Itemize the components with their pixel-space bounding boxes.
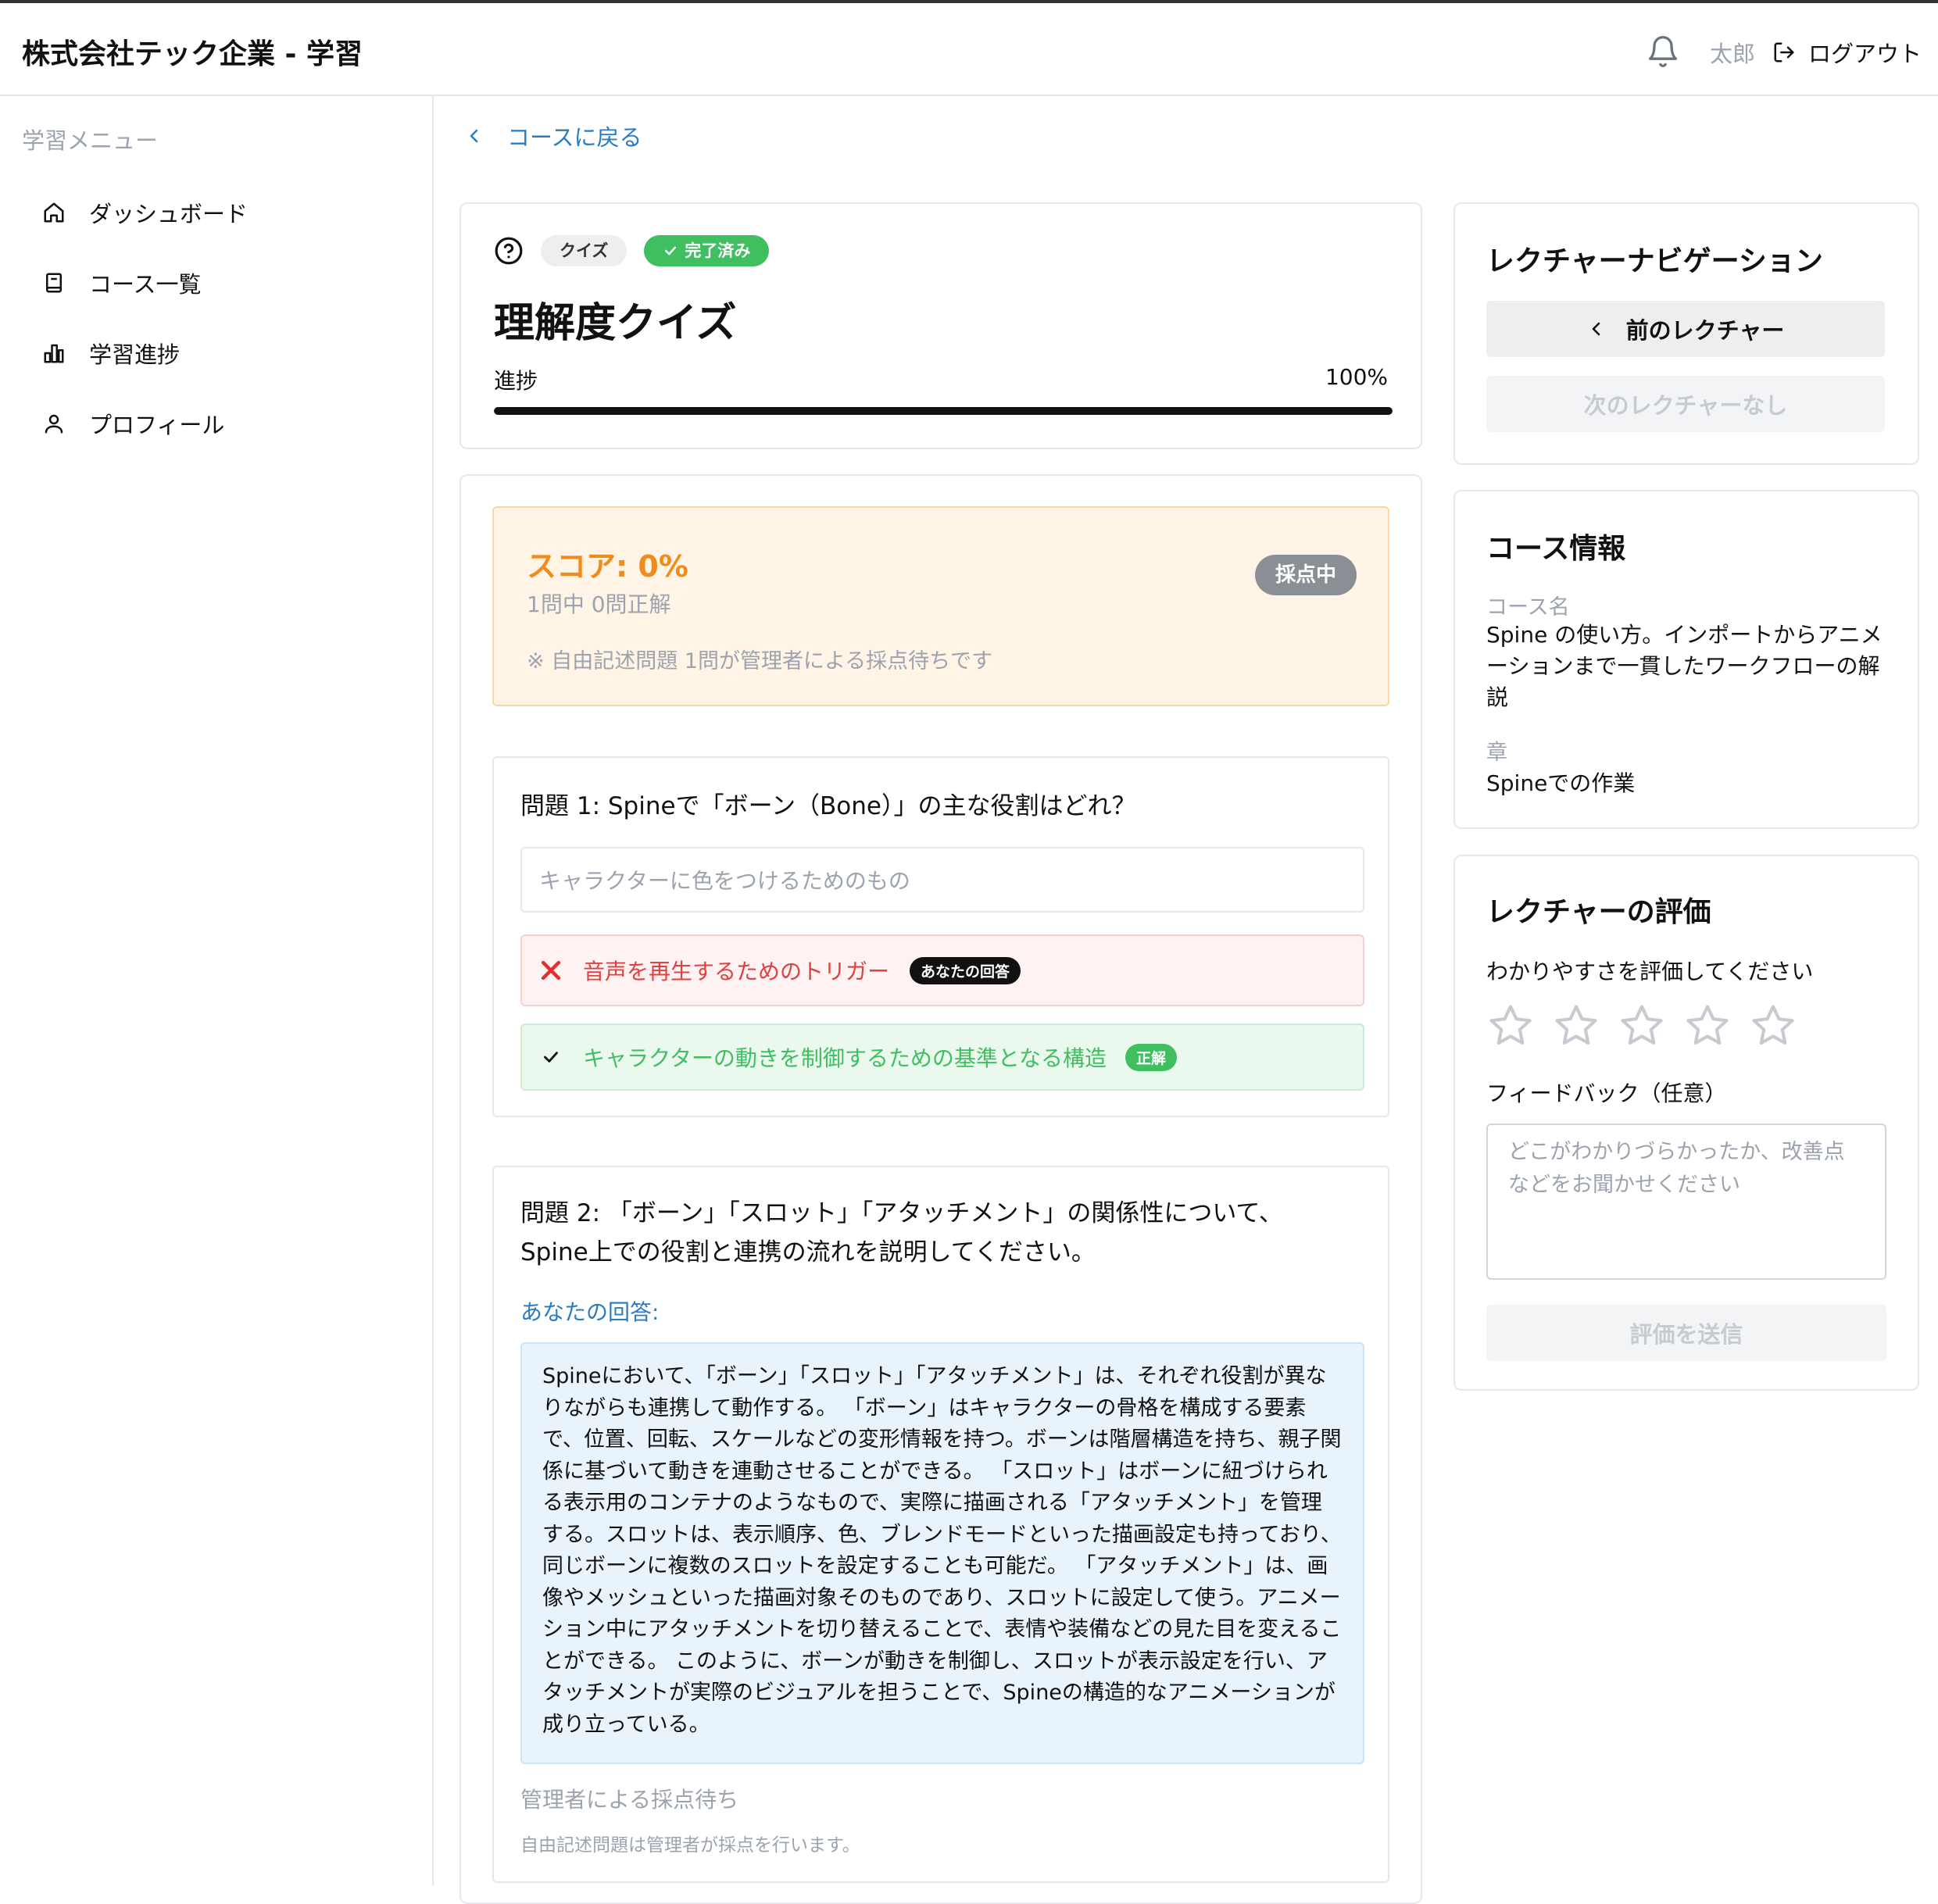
course-info-title: コース情報: [1486, 533, 1626, 565]
star-icon[interactable]: [1552, 1002, 1600, 1050]
progress-bar: [494, 407, 1393, 415]
page-title: 理解度クイズ: [494, 300, 737, 347]
sidebar-item-label: コース一覧: [89, 271, 202, 298]
star-rating: [1486, 1002, 1797, 1050]
submit-rating-label: 評価を送信: [1629, 1321, 1743, 1348]
option-text: キャラクターに色をつけるためのもの: [539, 868, 910, 894]
nav-title: レクチャーナビゲーション: [1486, 245, 1823, 277]
answer-text: Spineにおいて、「ボーン」「スロット」「アタッチメント」は、それぞれ役割が異…: [520, 1342, 1364, 1764]
option-text: キャラクターの動きを制御するための基準となる構造: [583, 1045, 1107, 1071]
feedback-textarea[interactable]: どこがわかりづらかったか、改善点などをお聞かせください: [1486, 1123, 1886, 1280]
question-1-option-3: キャラクターの動きを制御するための基準となる構造 正解: [520, 1023, 1364, 1091]
sidebar-item-label: 学習進捗: [89, 341, 181, 368]
logout-icon: [1774, 42, 1794, 63]
score-panel: スコア: 0% 1問中 0問正解 ※ 自由記述問題 1問が管理者による採点待ちで…: [492, 506, 1389, 706]
logout-button[interactable]: ログアウト: [1772, 36, 1922, 69]
check-icon: [544, 1052, 558, 1063]
next-lecture-label: 次のレクチャーなし: [1583, 392, 1788, 419]
lecture-navigation-card: レクチャーナビゲーション 前のレクチャー 次のレクチャーなし: [1454, 202, 1919, 465]
star-icon[interactable]: [1749, 1002, 1797, 1050]
progress-percent: 100%: [1325, 364, 1388, 390]
pending-title: 管理者による採点待ち: [520, 1787, 739, 1813]
question-1-text: 問題 1: Spineで「ボーン（Bone）」の主な役割はどれ？: [520, 792, 1136, 820]
question-1-option-1: キャラクターに色をつけるためのもの: [520, 847, 1364, 913]
correct-tag: 正解: [1125, 1043, 1178, 1071]
chevron-left-icon: [1592, 322, 1600, 336]
submit-rating-button[interactable]: 評価を送信: [1486, 1305, 1886, 1361]
lecture-rating-card: レクチャーの評価 わかりやすさを評価してください フィードバック（任意） どこが…: [1454, 855, 1919, 1391]
previous-lecture-button[interactable]: 前のレクチャー: [1486, 301, 1885, 357]
back-to-course-link[interactable]: コースに戻る: [465, 120, 642, 152]
chart-icon: [44, 344, 64, 363]
question-circle-icon: [495, 237, 523, 265]
sidebar-item-label: プロフィール: [89, 412, 225, 438]
question-2-text: 問題 2: 「ボーン」「スロット」「アタッチメント」の関係性について、 Spin…: [520, 1194, 1283, 1272]
pending-note: 自由記述問題は管理者が採点を行います。: [520, 1835, 860, 1856]
next-lecture-button[interactable]: 次のレクチャーなし: [1486, 376, 1885, 432]
grading-badge: 採点中: [1254, 555, 1357, 595]
user-icon: [45, 414, 63, 434]
course-name: Spine の使い方。インポートからアニメーションまで一貫したワークフローの解説: [1486, 622, 1883, 710]
score-summary: 1問中 0問正解: [527, 591, 671, 617]
top-bar: 株式会社テック企業 - 学習 太郎 ログアウト: [0, 0, 1938, 96]
feedback-label: フィードバック（任意）: [1486, 1081, 1727, 1106]
logout-label: ログアウト: [1808, 41, 1922, 67]
x-mark-icon: [541, 960, 561, 981]
chapter-name: Spineでの作業: [1486, 770, 1636, 796]
star-icon[interactable]: [1486, 1002, 1535, 1050]
progress-label: 進捗: [494, 368, 538, 394]
book-icon: [46, 273, 62, 293]
question-2-text-line-2: Spine上での役割と連携の流れを説明してください。: [520, 1238, 1096, 1266]
chapter-label: 章: [1486, 741, 1507, 765]
sidebar-item-courses[interactable]: コース一覧: [42, 266, 202, 299]
score-title: スコア: 0%: [527, 549, 688, 584]
progress-bar-fill: [494, 407, 1393, 415]
rating-prompt: わかりやすさを評価してください: [1486, 959, 1814, 984]
notification-bell-icon[interactable]: [1646, 34, 1680, 69]
answer-label: あなたの回答:: [520, 1299, 660, 1325]
course-info-card: コース情報 コース名 Spine の使い方。インポートからアニメーションまで一貫…: [1454, 490, 1919, 829]
sidebar-item-dashboard[interactable]: ダッシュボード: [42, 196, 248, 229]
question-1-option-2: 音声を再生するためのトリガー あなたの回答: [520, 934, 1364, 1006]
your-answer-tag: あなたの回答: [910, 956, 1021, 984]
previous-lecture-label: 前のレクチャー: [1625, 317, 1785, 344]
sidebar-item-profile[interactable]: プロフィール: [42, 407, 224, 440]
star-icon[interactable]: [1683, 1002, 1732, 1050]
question-2-text-line-1: 問題 2: 「ボーン」「スロット」「アタッチメント」の関係性について、: [520, 1199, 1283, 1227]
sidebar-item-progress[interactable]: 学習進捗: [42, 337, 180, 370]
status-badge-label: 完了済み: [685, 241, 751, 260]
chevron-left-icon: [470, 129, 478, 143]
check-icon: [665, 246, 677, 255]
type-badge: クイズ: [541, 235, 628, 266]
app-title: 株式会社テック企業 - 学習: [22, 38, 363, 70]
back-link-label: コースに戻る: [507, 124, 642, 151]
star-icon[interactable]: [1618, 1002, 1666, 1050]
sidebar-item-label: ダッシュボード: [89, 201, 249, 227]
sidebar-heading: 学習メニュー: [22, 127, 159, 154]
home-icon: [44, 202, 64, 223]
rating-title: レクチャーの評価: [1486, 896, 1711, 928]
question-1-card: 問題 1: Spineで「ボーン（Bone）」の主な役割はどれ？ キャラクターに…: [492, 756, 1389, 1117]
lecture-header-card: クイズ 完了済み 理解度クイズ 進捗 100%: [459, 202, 1422, 449]
status-badge: 完了済み: [644, 235, 770, 266]
sidebar: 学習メニュー ダッシュボード コース一覧 学習進捗 プロフィール: [0, 96, 434, 1886]
score-note: ※ 自由記述問題 1問が管理者による採点待ちです: [527, 649, 993, 673]
question-2-card: 問題 2: 「ボーン」「スロット」「アタッチメント」の関係性について、 Spin…: [492, 1166, 1389, 1883]
user-name: 太郎: [1710, 41, 1756, 67]
course-name-label: コース名: [1486, 595, 1570, 620]
option-text: 音声を再生するためのトリガー: [583, 959, 890, 984]
